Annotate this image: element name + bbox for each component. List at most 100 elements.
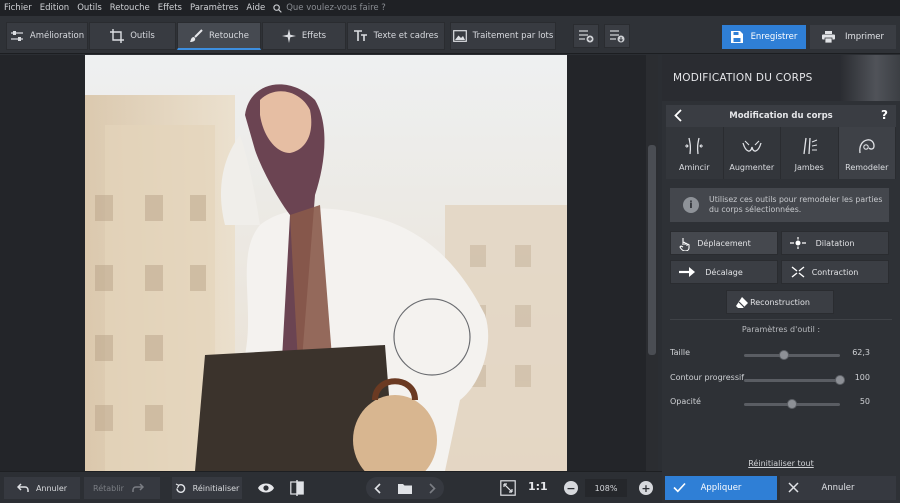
zoom-in-button[interactable]: +: [639, 481, 653, 495]
menu-aide[interactable]: Aide: [242, 3, 269, 13]
undo-button[interactable]: Annuler: [4, 477, 80, 499]
canvas-scrollbar[interactable]: [646, 55, 658, 471]
canvas-area[interactable]: [0, 55, 658, 471]
tab-amincir[interactable]: Amincir: [666, 127, 724, 179]
menu-parametres[interactable]: Paramètres: [186, 3, 242, 13]
cancel-label: Annuler: [821, 483, 855, 493]
enlarge-icon: [742, 140, 762, 152]
photo-canvas[interactable]: [85, 55, 567, 471]
menu-search[interactable]: Que voulez-vous faire ?: [273, 3, 386, 13]
opacity-slider-knob[interactable]: [787, 399, 797, 409]
redo-label: Rétablir: [93, 483, 124, 493]
close-icon: [788, 482, 799, 493]
slim-icon: [685, 137, 704, 155]
param-value: 100: [854, 373, 870, 382]
param-value: 62,3: [852, 348, 870, 357]
param-feather: Contour progressif 100: [670, 373, 892, 387]
menu-bar: Fichier Edition Outils Retouche Effets P…: [0, 0, 900, 16]
expand-arrows-icon: [790, 237, 806, 249]
tab-outils[interactable]: Outils: [89, 22, 176, 50]
zoom-out-button[interactable]: −: [564, 481, 578, 495]
size-slider-track[interactable]: [744, 354, 840, 357]
tab-label: Outils: [130, 31, 155, 41]
help-button[interactable]: ?: [881, 108, 888, 122]
menu-retouche[interactable]: Retouche: [106, 3, 154, 13]
decalage-button[interactable]: Décalage: [670, 260, 778, 284]
feather-slider-track[interactable]: [744, 379, 840, 382]
param-size: Taille 62,3: [670, 348, 892, 362]
tab-jambes[interactable]: Jambes: [781, 127, 839, 179]
size-slider-knob[interactable]: [779, 350, 790, 360]
redo-button[interactable]: Rétablir: [84, 477, 160, 499]
crop-icon: [110, 29, 125, 43]
tab-label: Retouche: [209, 30, 249, 41]
panel-subheader: Modification du corps ?: [666, 105, 896, 127]
eye-icon: [258, 483, 274, 493]
eraser-icon: [736, 297, 748, 308]
apply-button[interactable]: Appliquer: [665, 476, 777, 500]
tab-traitement-lots[interactable]: Traitement par lots: [450, 22, 556, 50]
panel-subtitle: Modification du corps: [729, 111, 833, 121]
tab-label: Effets: [301, 31, 327, 41]
tab-remodeler[interactable]: Remodeler: [838, 127, 896, 179]
tool-params-label: Paramètres d'outil :: [741, 325, 821, 334]
menu-fichier[interactable]: Fichier: [0, 3, 36, 13]
contraction-button[interactable]: Contraction: [781, 260, 889, 284]
prev-image-icon[interactable]: [374, 482, 381, 494]
compare-button[interactable]: [290, 480, 304, 499]
actual-size-button[interactable]: 1:1: [528, 480, 548, 493]
tab-label: Texte et cadres: [373, 31, 439, 41]
tab-amelioration[interactable]: Amélioration: [6, 22, 88, 50]
dilatation-button[interactable]: Dilatation: [781, 231, 889, 255]
list-download-icon: [610, 30, 625, 43]
feather-slider-knob[interactable]: [835, 375, 845, 385]
reset-all-link[interactable]: Réinitialiser tout: [662, 459, 900, 468]
history-button[interactable]: [604, 24, 630, 48]
contract-arrows-icon: [791, 266, 805, 278]
text-icon: [353, 30, 367, 41]
tool-label: Déplacement: [697, 238, 751, 248]
sliders-icon: [10, 31, 23, 41]
search-icon: [273, 3, 283, 13]
reset-icon: [175, 482, 185, 493]
tab-label: Traitement par lots: [472, 31, 554, 41]
param-label: Contour progressif: [670, 373, 745, 382]
save-label: Enregistrer: [750, 32, 798, 42]
undo-label: Annuler: [35, 483, 68, 493]
info-box: i Utilisez ces outils pour remodeler les…: [670, 188, 889, 222]
reset-button[interactable]: Réinitialiser: [172, 477, 242, 499]
compare-icon: [290, 480, 304, 496]
add-layer-button[interactable]: [573, 24, 599, 48]
fullscreen-icon: [500, 480, 516, 496]
body-modification-panel: MODIFICATION DU CORPS Modification du co…: [662, 55, 900, 503]
tab-retouche[interactable]: Retouche: [177, 22, 261, 50]
menu-outils[interactable]: Outils: [73, 3, 106, 13]
info-text: Utilisez ces outils pour remodeler les p…: [709, 195, 883, 214]
tab-label: Amincir: [679, 163, 710, 172]
scroll-thumb[interactable]: [648, 145, 656, 355]
menu-effets[interactable]: Effets: [154, 3, 186, 13]
tab-augmenter[interactable]: Augmenter: [723, 127, 781, 179]
apply-label: Appliquer: [700, 483, 742, 493]
folder-icon[interactable]: [397, 483, 412, 494]
tab-effets[interactable]: Effets: [262, 22, 346, 50]
back-arrow-icon[interactable]: [674, 109, 682, 122]
next-image-icon[interactable]: [429, 482, 436, 494]
hand-pointer-icon: [679, 238, 690, 251]
tool-label: Dilatation: [815, 238, 855, 248]
deplacement-button[interactable]: Déplacement: [670, 231, 778, 255]
print-button[interactable]: Imprimer: [810, 25, 896, 49]
tab-texte-cadres[interactable]: Texte et cadres: [347, 22, 445, 50]
fit-screen-button[interactable]: [500, 480, 516, 499]
portrait-photo: [85, 55, 567, 471]
preview-eye-button[interactable]: [257, 482, 275, 497]
menu-edition[interactable]: Edition: [36, 3, 73, 13]
search-placeholder: Que voulez-vous faire ?: [286, 3, 386, 13]
zoom-level[interactable]: 108%: [585, 479, 627, 497]
reset-label: Réinitialiser: [192, 483, 240, 493]
save-button[interactable]: Enregistrer: [722, 25, 806, 49]
cancel-button[interactable]: Annuler: [780, 476, 896, 500]
param-label: Taille: [670, 348, 691, 357]
panel-divider: [670, 319, 892, 320]
reconstruction-button[interactable]: Reconstruction: [726, 290, 834, 314]
